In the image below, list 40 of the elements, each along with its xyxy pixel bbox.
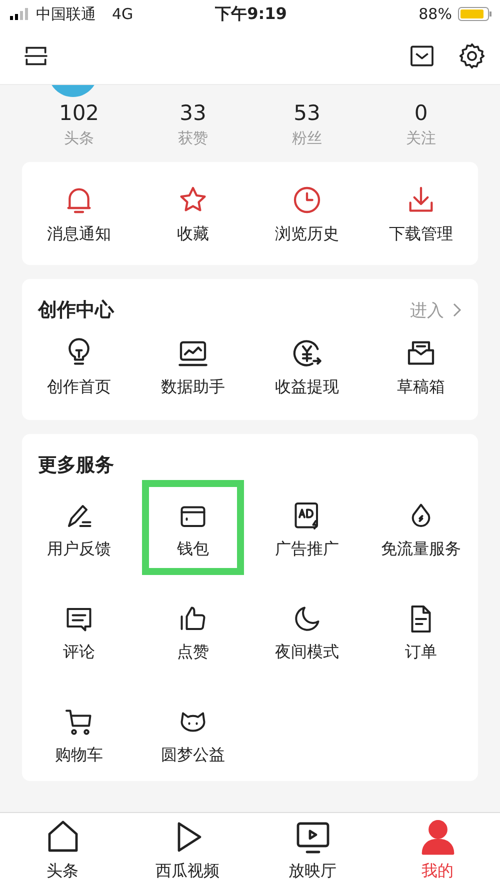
creation-tool-item[interactable]: 收益提现 [250, 333, 364, 402]
service-item[interactable]: 订单 [370, 583, 472, 678]
service-item[interactable]: 圆梦公益 [142, 686, 244, 781]
tab[interactable]: 放映厅 [250, 813, 375, 889]
service-item[interactable]: 评论 [28, 583, 130, 678]
creation-tool-item[interactable]: 数据助手 [136, 333, 250, 402]
service-item[interactable]: 点赞 [142, 583, 244, 678]
tab[interactable]: 头条 [0, 813, 125, 889]
signal-icon [10, 8, 30, 20]
service-item[interactable]: 免流量服务 [370, 480, 472, 575]
chevron-right-icon [452, 302, 462, 318]
creation-tool-item[interactable]: 草稿箱 [364, 333, 478, 402]
quick-action-item[interactable]: 浏览历史 [250, 180, 364, 249]
creation-tool-item[interactable]: 创作首页 [22, 333, 136, 402]
tab[interactable]: 西瓜视频 [125, 813, 250, 889]
service-item[interactable]: 钱包 [142, 480, 244, 575]
person-icon [420, 819, 456, 855]
tab[interactable]: 我的 [375, 813, 500, 889]
stat-count: 0 [414, 101, 428, 125]
stat-count: 33 [180, 101, 206, 125]
moon-icon [292, 604, 322, 634]
battery-icon [458, 7, 492, 21]
quick-action-item[interactable]: 收藏 [136, 180, 250, 249]
service-item[interactable]: 夜间模式 [256, 583, 358, 678]
quick-action-item[interactable]: 消息通知 [22, 180, 136, 249]
section-title: 创作中心 [38, 298, 114, 323]
carrier-name: 中国联通 [36, 4, 96, 24]
service-item[interactable]: 购物车 [28, 686, 130, 781]
cart-icon [64, 707, 94, 737]
stat-count: 53 [294, 101, 320, 125]
quick-action-item[interactable]: 下载管理 [364, 180, 478, 249]
status-time: 下午9:19 [215, 4, 287, 24]
battery-percent: 88% [418, 5, 452, 23]
network-type: 4G [112, 5, 134, 23]
clock-icon [291, 184, 323, 216]
stat-count: 102 [58, 101, 100, 125]
yen-coin-icon [291, 337, 323, 369]
section-title: 更多服务 [38, 453, 114, 478]
service-item[interactable]: 用户反馈 [28, 480, 130, 575]
service-item[interactable]: 广告推广 [256, 480, 358, 575]
